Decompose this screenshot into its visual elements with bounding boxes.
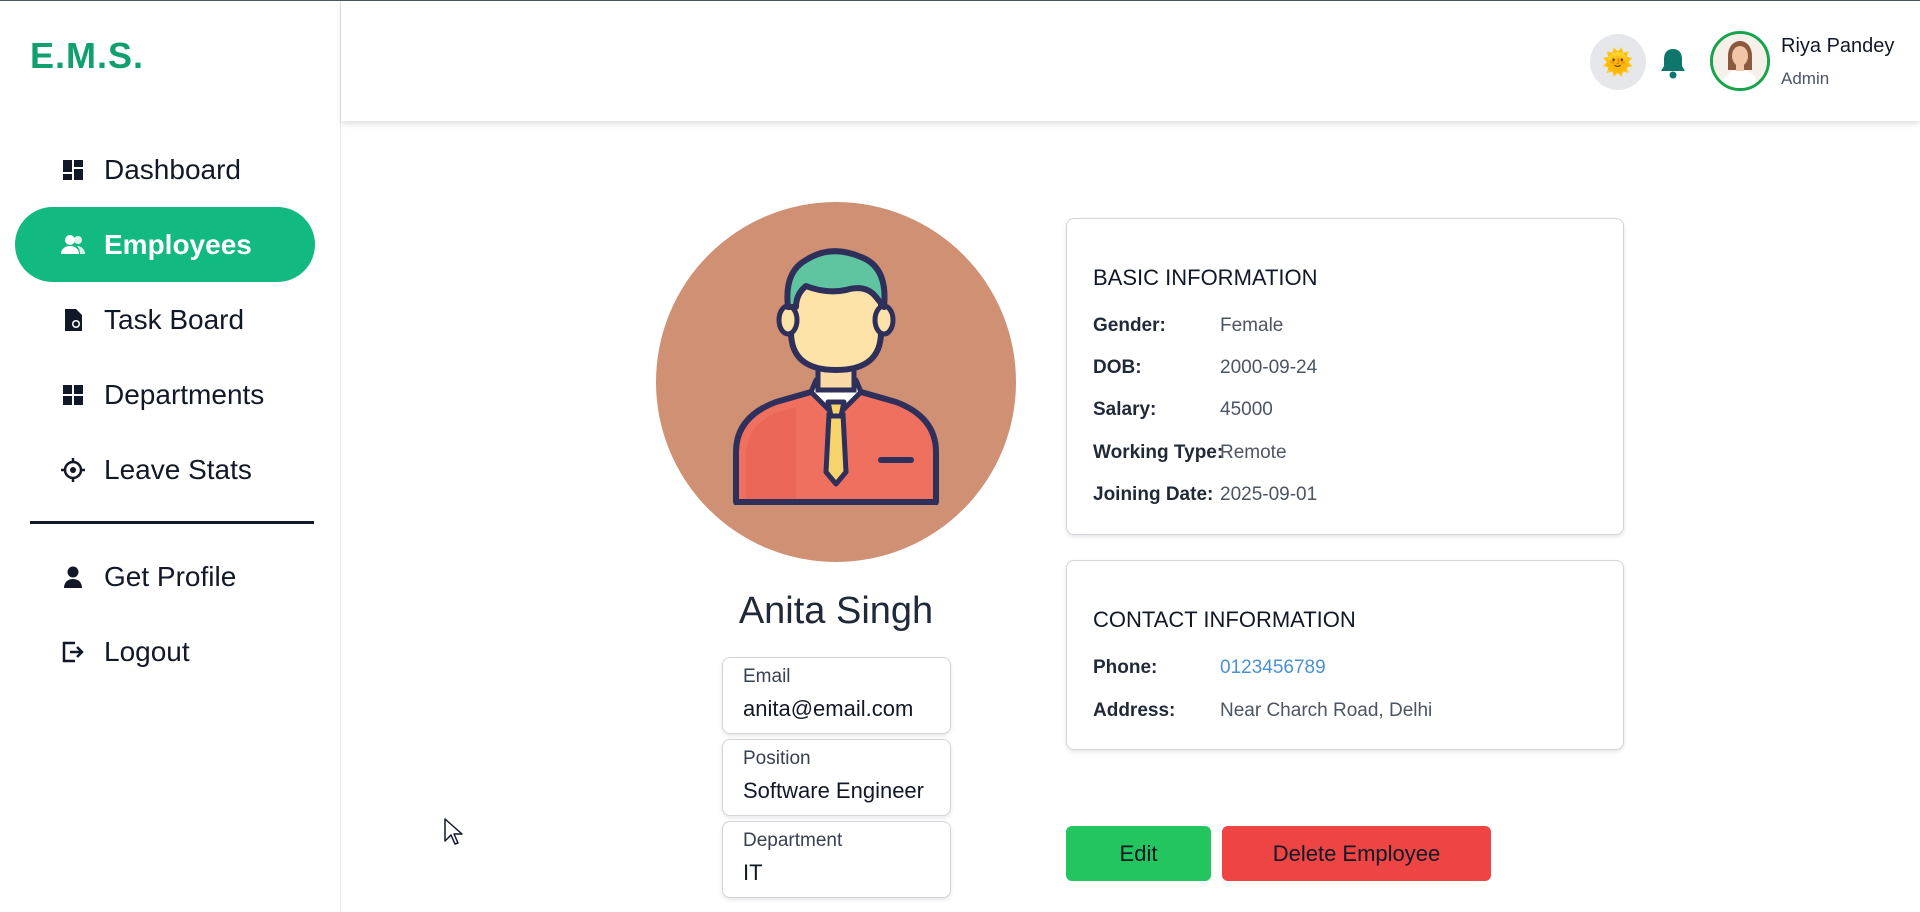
info-key: Gender: [1093,315,1166,336]
info-value: 45000 [1220,399,1273,420]
info-key: Joining Date: [1093,484,1214,505]
basic-information-title: BASIC INFORMATION [1093,265,1318,290]
sidebar-item-logout[interactable]: Logout [15,614,315,689]
info-key: Salary: [1093,399,1157,420]
sidebar-item-label: Get Profile [104,560,237,592]
users-icon [60,232,86,258]
sidebar-item-label: Logout [104,635,190,667]
info-value: Female [1220,315,1284,336]
employee-avatar [656,202,1016,562]
info-value: Remote [1220,442,1287,463]
department-label: Department [743,830,843,851]
info-row-address: Address: Near Charch Road, Delhi [1093,700,1432,722]
sidebar-item-departments[interactable]: Departments [15,357,315,432]
info-key: DOB: [1093,357,1142,378]
email-label: Email [743,666,791,687]
basic-information-card: BASIC INFORMATION Gender: Female DOB: 20… [1066,218,1624,535]
position-value: Software Engineer [743,778,924,803]
sidebar-item-leave-stats[interactable]: Leave Stats [15,432,315,507]
info-value: Near Charch Road, Delhi [1220,700,1433,721]
person-icon [60,564,86,590]
info-row-phone: Phone: 0123456789 [1093,657,1326,679]
department-box: Department IT [722,821,951,898]
sidebar-item-task-board[interactable]: Task Board [15,282,315,357]
info-value: 2025-09-01 [1220,484,1318,505]
bell-icon[interactable] [1658,46,1688,80]
user-name: Riya Pandey [1781,35,1895,57]
phone-link[interactable]: 0123456789 [1220,657,1326,679]
sidebar-item-label: Dashboard [104,153,241,185]
email-value: anita@email.com [743,696,914,721]
edit-button[interactable]: Edit [1066,826,1211,881]
sidebar-item-label: Employees [104,228,252,260]
delete-employee-button[interactable]: Delete Employee [1222,826,1491,881]
top-header: 🌞 Riya Pandey Admin [341,1,1920,121]
info-row-dob: DOB: 2000-09-24 [1093,357,1317,379]
sidebar: E.M.S. Dashboard Employees Task Board De… [0,1,341,912]
position-label: Position [743,748,811,769]
sidebar-item-get-profile[interactable]: Get Profile [15,539,315,614]
department-value: IT [743,860,763,885]
info-key: Phone: [1093,657,1158,678]
sun-icon: 🌞 [1601,46,1635,77]
sidebar-divider [30,521,314,524]
theme-toggle-button[interactable]: 🌞 [1590,34,1646,90]
employee-name: Anita Singh [738,590,934,632]
crosshair-icon [60,457,86,483]
info-row-gender: Gender: Female [1093,315,1283,337]
mouse-cursor-icon [444,818,463,845]
info-value: 2000-09-24 [1220,357,1318,378]
logout-icon [60,639,86,665]
contact-information-card: CONTACT INFORMATION Phone: 0123456789 Ad… [1066,560,1624,750]
person-illustration-icon [733,248,939,505]
contact-information-title: CONTACT INFORMATION [1093,607,1356,632]
sidebar-item-label: Task Board [104,303,245,335]
email-box: Email anita@email.com [722,657,951,734]
info-key: Working Type: [1093,442,1224,463]
position-box: Position Software Engineer [722,739,951,816]
app-logo[interactable]: E.M.S. [30,35,144,77]
sidebar-item-dashboard[interactable]: Dashboard [15,132,315,207]
user-role: Admin [1781,69,1830,88]
info-row-joining-date: Joining Date: 2025-09-01 [1093,484,1317,506]
info-row-salary: Salary: 45000 [1093,399,1273,421]
sidebar-item-label: Departments [104,378,265,410]
info-row-working-type: Working Type: Remote [1093,442,1287,464]
dashboard-icon [60,157,86,183]
avatar[interactable] [1710,31,1770,91]
sidebar-item-employees[interactable]: Employees [15,207,315,282]
info-key: Address: [1093,700,1176,721]
task-icon [60,307,86,333]
grid-icon [60,382,86,408]
sidebar-item-label: Leave Stats [104,453,252,485]
